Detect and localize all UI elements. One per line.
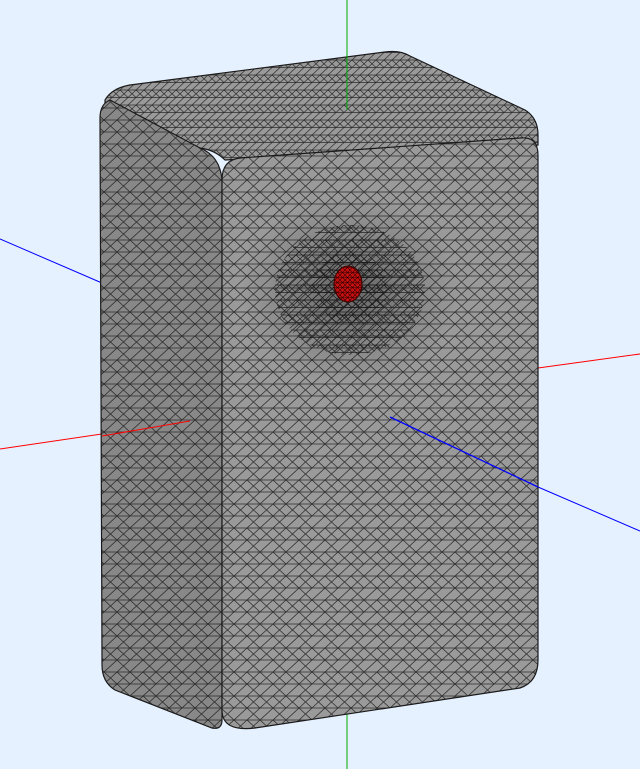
highlighted-region-pattern xyxy=(334,266,362,302)
x-axis-line-right xyxy=(537,353,640,369)
z-axis-line-right xyxy=(537,486,640,532)
mesh-left-face-pattern xyxy=(100,100,222,729)
z-axis-line-left xyxy=(0,238,103,284)
scene-canvas[interactable] xyxy=(0,0,640,769)
mesh-model[interactable] xyxy=(99,50,539,730)
3d-viewport[interactable] xyxy=(0,0,640,769)
